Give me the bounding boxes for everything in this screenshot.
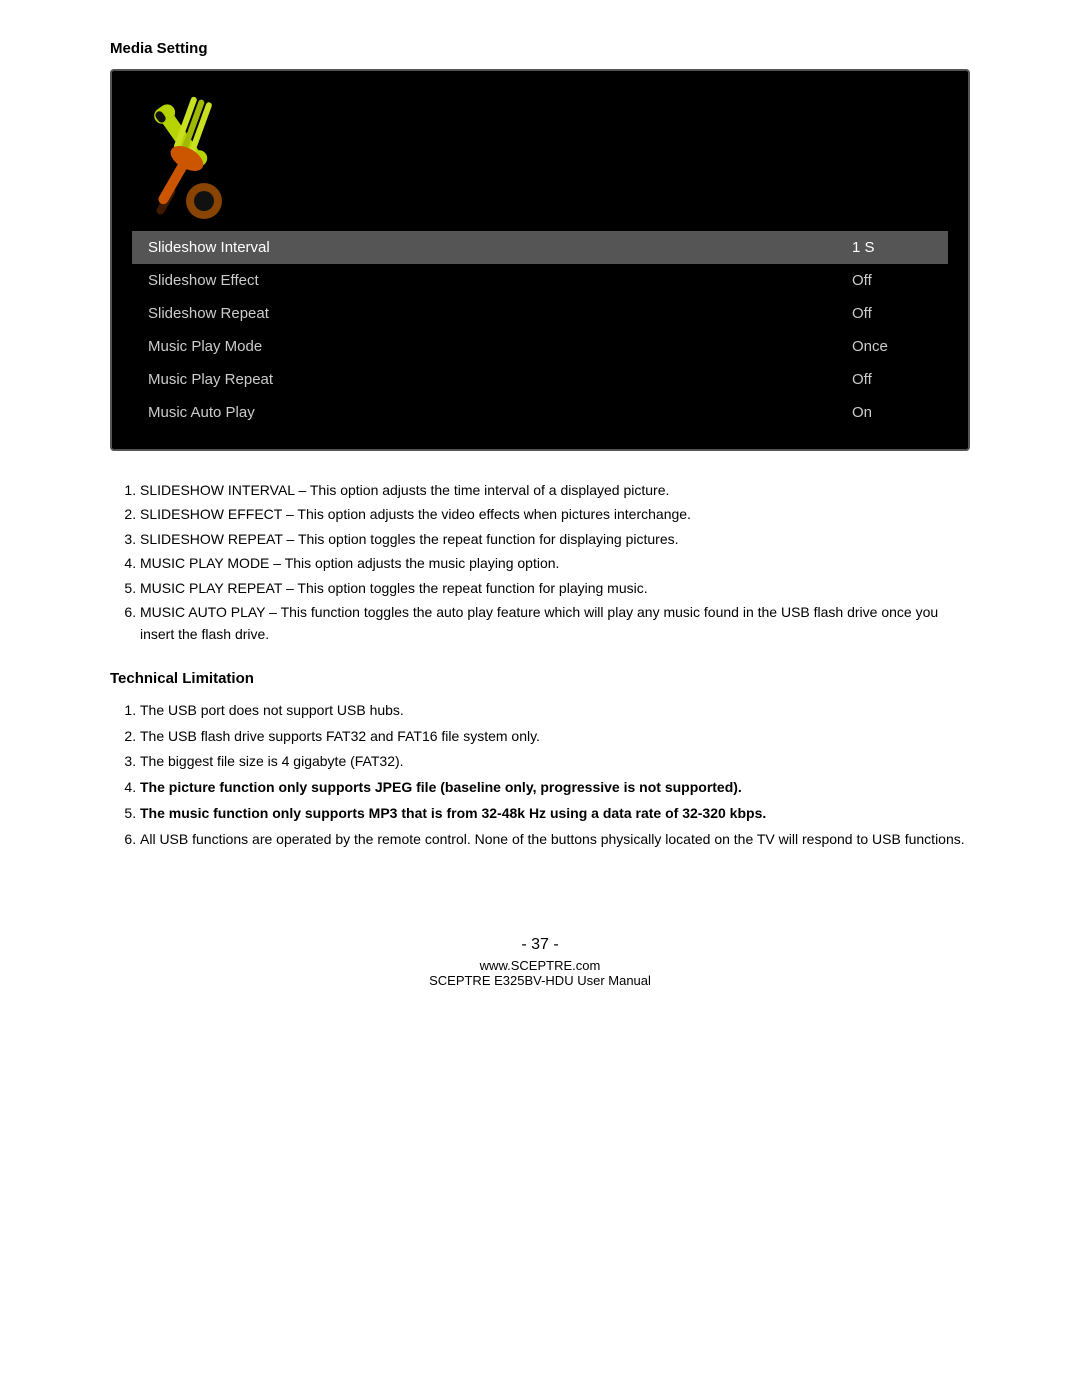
- menu-value-music-play-repeat: Off: [852, 371, 932, 388]
- menu-container: Slideshow Interval 1 S Slideshow Effect …: [132, 231, 948, 429]
- menu-row-slideshow-effect[interactable]: Slideshow Effect Off: [132, 264, 948, 297]
- list-item: MUSIC AUTO PLAY – This function toggles …: [140, 601, 970, 646]
- menu-label-slideshow-interval: Slideshow Interval: [148, 239, 852, 256]
- menu-label-slideshow-repeat: Slideshow Repeat: [148, 305, 852, 322]
- menu-row-music-play-repeat[interactable]: Music Play Repeat Off: [132, 363, 948, 396]
- tech-list-item: All USB functions are operated by the re…: [140, 828, 970, 852]
- menu-value-slideshow-repeat: Off: [852, 305, 932, 322]
- menu-row-slideshow-repeat[interactable]: Slideshow Repeat Off: [132, 297, 948, 330]
- footer-url: www.SCEPTRE.com: [110, 958, 970, 973]
- tech-list-item: The biggest file size is 4 gigabyte (FAT…: [140, 750, 970, 774]
- tech-limitation-section: Technical Limitation The USB port does n…: [110, 670, 970, 852]
- footer-product: SCEPTRE E325BV-HDU User Manual: [110, 973, 970, 988]
- list-item: SLIDESHOW REPEAT – This option toggles t…: [140, 528, 970, 550]
- menu-label-music-play-repeat: Music Play Repeat: [148, 371, 852, 388]
- menu-value-slideshow-effect: Off: [852, 272, 932, 289]
- menu-row-music-play-mode[interactable]: Music Play Mode Once: [132, 330, 948, 363]
- page-number: - 37 -: [110, 936, 970, 954]
- section-title: Media Setting: [110, 40, 970, 57]
- list-item: MUSIC PLAY REPEAT – This option toggles …: [140, 577, 970, 599]
- tech-list-item: The USB flash drive supports FAT32 and F…: [140, 725, 970, 749]
- menu-row-slideshow-interval[interactable]: Slideshow Interval 1 S: [132, 231, 948, 264]
- tech-list: The USB port does not support USB hubs. …: [110, 699, 970, 852]
- footer: - 37 - www.SCEPTRE.com SCEPTRE E325BV-HD…: [110, 876, 970, 988]
- list-item: SLIDESHOW EFFECT – This option adjusts t…: [140, 503, 970, 525]
- tech-list-item: The USB port does not support USB hubs.: [140, 699, 970, 723]
- menu-value-music-auto-play: On: [852, 404, 932, 421]
- tech-limitation-title: Technical Limitation: [110, 670, 970, 687]
- tech-list-item-bold-mp3: The music function only supports MP3 tha…: [140, 802, 970, 826]
- tv-screen: Slideshow Interval 1 S Slideshow Effect …: [110, 69, 970, 451]
- menu-value-music-play-mode: Once: [852, 338, 932, 355]
- tools-icon-area: [132, 91, 262, 231]
- list-item: MUSIC PLAY MODE – This option adjusts th…: [140, 552, 970, 574]
- menu-label-slideshow-effect: Slideshow Effect: [148, 272, 852, 289]
- description-list: SLIDESHOW INTERVAL – This option adjusts…: [110, 479, 970, 646]
- menu-label-music-play-mode: Music Play Mode: [148, 338, 852, 355]
- menu-value-slideshow-interval: 1 S: [852, 239, 932, 256]
- menu-label-music-auto-play: Music Auto Play: [148, 404, 852, 421]
- tools-svg-icon: [132, 91, 262, 231]
- tech-list-item-bold-jpeg: The picture function only supports JPEG …: [140, 776, 970, 800]
- menu-row-music-auto-play[interactable]: Music Auto Play On: [132, 396, 948, 429]
- list-item: SLIDESHOW INTERVAL – This option adjusts…: [140, 479, 970, 501]
